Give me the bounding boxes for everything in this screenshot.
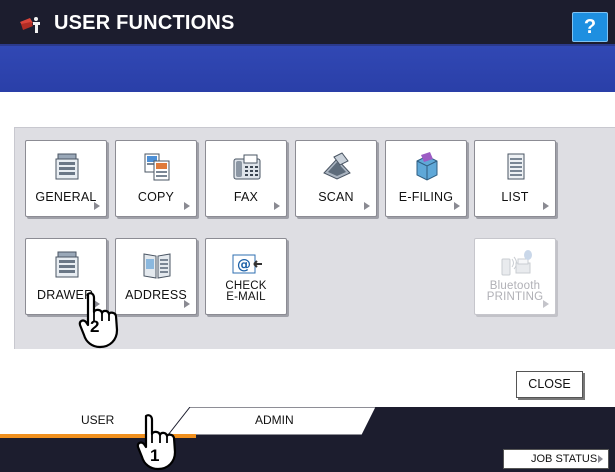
callout-number-1: 1 [150, 446, 160, 465]
chevron-right-icon [598, 455, 603, 463]
job-status-button[interactable]: JOB STATUS [503, 449, 609, 469]
copy-icon [144, 153, 170, 181]
chevron-right-icon [364, 202, 370, 210]
address-button[interactable]: ADDRESS [115, 238, 197, 315]
check-email-button[interactable]: @ CHECK E-MAIL [205, 238, 287, 315]
check-email-label: CHECK E-MAIL [206, 280, 286, 303]
check-email-icon: @ [232, 254, 262, 274]
chevron-right-icon [184, 300, 190, 308]
job-status-label: JOB STATUS [531, 453, 598, 465]
callout-number-2: 2 [90, 317, 100, 336]
chevron-right-icon [454, 202, 460, 210]
copy-button[interactable]: COPY [115, 140, 197, 217]
close-button[interactable]: CLOSE [516, 371, 583, 398]
chevron-right-icon [274, 202, 280, 210]
chevron-right-icon [543, 300, 549, 308]
fax-icon [233, 154, 261, 180]
fax-button[interactable]: FAX [205, 140, 287, 217]
address-book-icon [143, 253, 171, 279]
page-title: USER FUNCTIONS [54, 12, 235, 34]
scan-button[interactable]: SCAN [295, 140, 377, 217]
chevron-right-icon [543, 202, 549, 210]
help-button[interactable]: ? [572, 12, 608, 42]
chevron-right-icon [184, 202, 190, 210]
header-band [0, 46, 615, 92]
svg-text:@: @ [237, 257, 251, 273]
list-button[interactable]: LIST [474, 140, 556, 217]
scan-icon [323, 152, 351, 180]
list-icon [507, 153, 525, 180]
tab-admin-label: ADMIN [255, 413, 294, 427]
bluetooth-printing-button: Bluetooth PRINTING [474, 238, 556, 315]
check-email-label-line2: E-MAIL [226, 291, 266, 303]
e-filing-icon [416, 152, 438, 181]
general-button[interactable]: GENERAL [25, 140, 107, 217]
user-functions-icon [20, 17, 40, 33]
chevron-right-icon [94, 202, 100, 210]
drawer-icon [55, 251, 79, 278]
general-copier-icon [55, 153, 79, 180]
e-filing-button[interactable]: E-FILING [385, 140, 467, 217]
title-bar: USER FUNCTIONS ? [0, 0, 615, 46]
bluetooth-printing-icon [501, 250, 532, 276]
